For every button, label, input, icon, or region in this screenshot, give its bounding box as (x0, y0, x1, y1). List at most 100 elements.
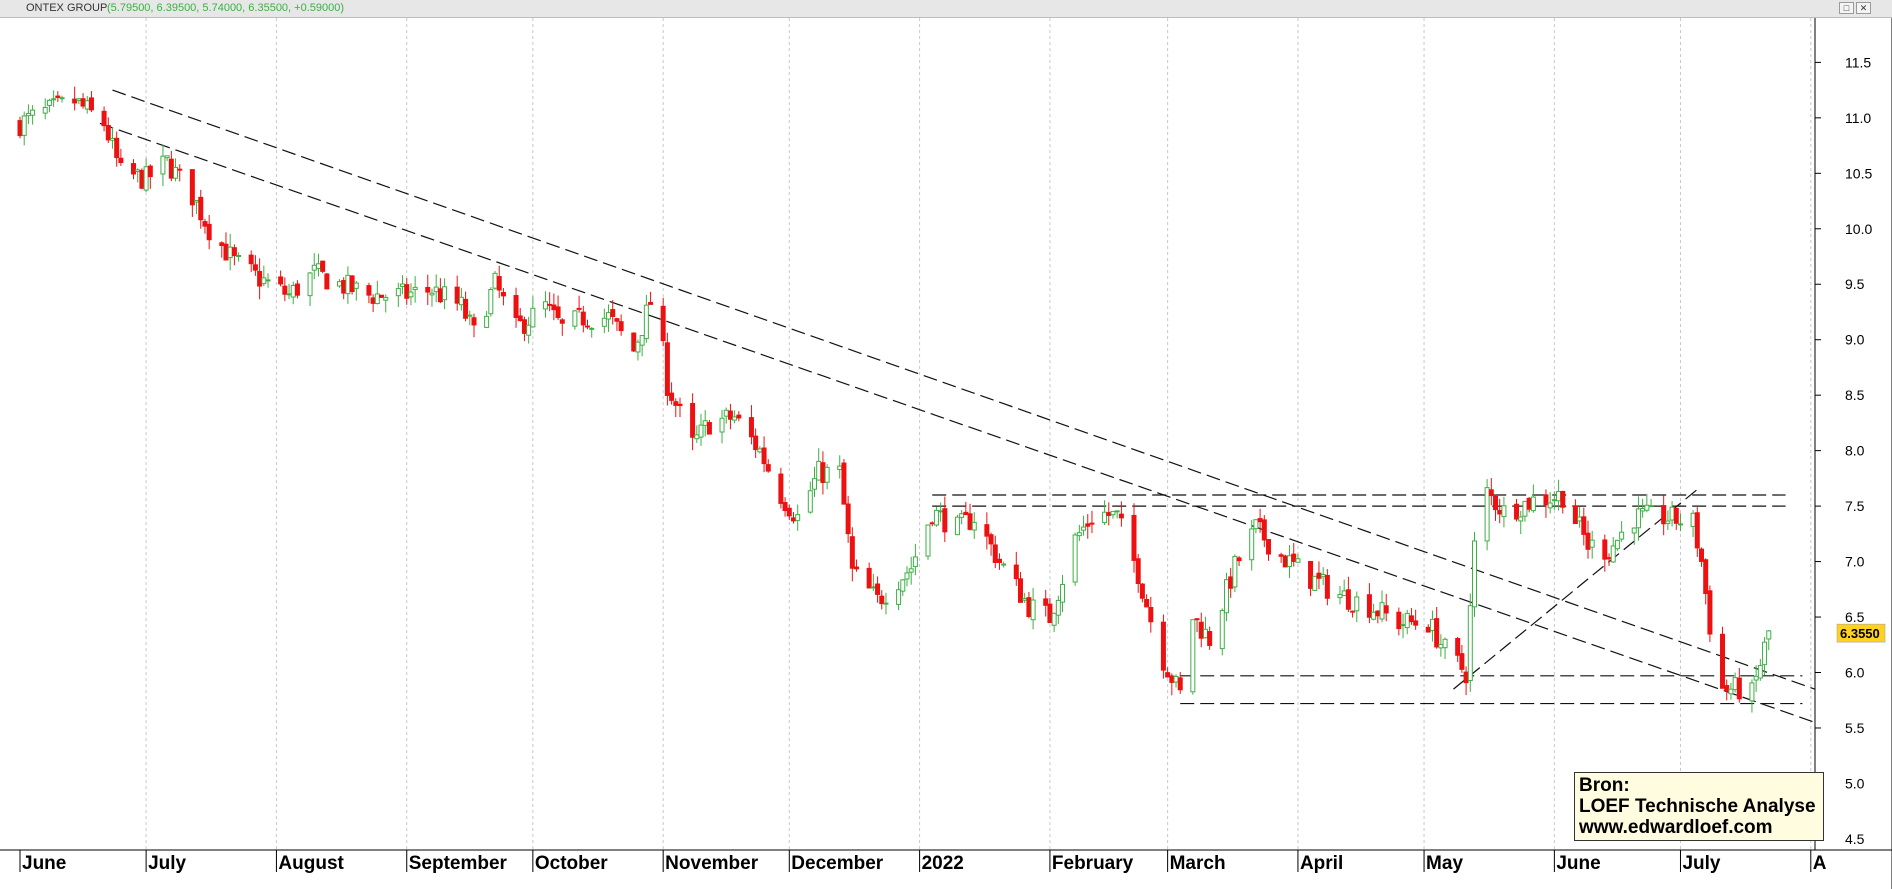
candle-body (1110, 510, 1116, 516)
candle-body (1202, 628, 1208, 639)
candle-body (812, 478, 818, 490)
candle-body (433, 286, 439, 293)
candle-body (559, 319, 565, 324)
candle-body (732, 416, 738, 421)
candle-body (265, 279, 271, 282)
candle-body (702, 420, 708, 426)
candle-body (189, 169, 195, 206)
candle-body (660, 305, 666, 342)
candle-body (1190, 619, 1196, 693)
candle-body (841, 462, 847, 505)
candle-body (324, 273, 330, 290)
candle-body (1324, 574, 1330, 599)
candle-body (1131, 514, 1137, 561)
candle-body (790, 517, 796, 522)
candle-body (736, 414, 742, 419)
candle-body (290, 285, 296, 298)
candle-body (437, 288, 443, 303)
candle-body (1530, 496, 1536, 512)
x-tick-label: February (1052, 853, 1134, 874)
candle-body (1551, 499, 1557, 502)
candle-body (1194, 618, 1200, 621)
candle-body (719, 417, 725, 433)
candle-body (1661, 505, 1667, 525)
candle-body (912, 556, 918, 568)
y-tick-label: 5.0 (1845, 775, 1865, 791)
candle-body (1698, 548, 1704, 562)
candle-body (866, 567, 872, 589)
candle-body (963, 511, 969, 516)
candle-body (648, 301, 654, 305)
candle-body (1442, 638, 1448, 649)
restore-icon[interactable]: □ (1839, 2, 1854, 14)
candle-body (542, 301, 548, 310)
y-tick-label: 7.5 (1845, 498, 1865, 514)
source-line-1: Bron: (1579, 775, 1630, 796)
candle-body (164, 155, 170, 159)
x-tick-label: August (278, 853, 344, 874)
candle-body (845, 503, 851, 535)
candle-body (723, 409, 729, 417)
candle-body (942, 508, 948, 533)
candle-body (664, 342, 670, 396)
candle-body (1669, 506, 1675, 521)
candle-body (1383, 605, 1389, 614)
candle-body (1493, 495, 1499, 511)
candle-body (1602, 539, 1608, 560)
candle-body (471, 317, 477, 326)
close-icon[interactable]: ✕ (1856, 2, 1871, 14)
candle-body (849, 536, 855, 569)
candle-body (1703, 559, 1709, 595)
candle-body (1198, 621, 1204, 639)
candle-body (1228, 576, 1234, 589)
candle-body (1560, 490, 1566, 508)
candle-body (46, 99, 52, 106)
candle-body (875, 583, 881, 595)
candle-body (1261, 519, 1267, 541)
candle-body (160, 155, 166, 175)
candle-body (114, 137, 120, 159)
candle-body (1223, 579, 1229, 614)
candle-body (1404, 612, 1410, 629)
candle-body (173, 166, 179, 179)
candle-body (631, 332, 637, 352)
candle-body (80, 98, 86, 107)
candle-body (1287, 555, 1293, 567)
candle-body (601, 317, 607, 327)
candle-body (925, 524, 931, 557)
candle-body (1720, 633, 1726, 689)
candle-body (610, 309, 616, 317)
candle-body (748, 417, 754, 438)
trendlines (99, 89, 1816, 723)
candle-body (1089, 522, 1095, 525)
source-line-2: LOEF Technische Analyse (1579, 796, 1816, 817)
x-tick-label: April (1300, 853, 1343, 874)
candle-body (786, 507, 792, 517)
candle-body (1047, 603, 1053, 624)
candle-body (1118, 513, 1124, 519)
candle-body (1169, 675, 1175, 683)
candle-body (17, 120, 23, 137)
candle-body (1459, 653, 1465, 670)
candle-body (1379, 602, 1385, 620)
candle-body (551, 304, 557, 311)
candle-body (379, 294, 385, 298)
axes: June July August September October November De… (0, 18, 1892, 889)
last-price-label: 6.3550 (1840, 626, 1880, 641)
candle-body (383, 296, 389, 301)
candle-body (900, 579, 906, 592)
candle-body (1732, 677, 1738, 691)
candle-body (677, 403, 683, 407)
candle-body (1160, 621, 1166, 671)
candle-body (374, 293, 380, 305)
candle-body (311, 264, 317, 271)
candle-body (1291, 553, 1297, 562)
candle-body (72, 98, 78, 104)
candle-body (517, 315, 523, 322)
candle-body (1282, 555, 1288, 568)
candle-body (1413, 620, 1419, 626)
candle-body (404, 284, 410, 299)
candle-body (286, 293, 292, 296)
candle-body (854, 566, 860, 570)
candle-body (929, 522, 935, 525)
